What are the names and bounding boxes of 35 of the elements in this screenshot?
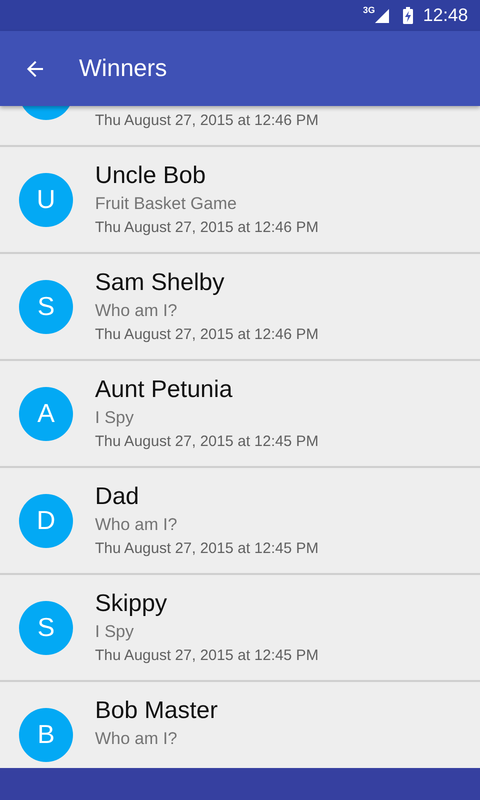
win-date: Thu August 27, 2015 at 12:45 PM (95, 646, 318, 666)
avatar-initial: S (37, 612, 55, 643)
win-date: Thu August 27, 2015 at 12:45 PM (95, 432, 318, 452)
game-name: Who am I? (95, 300, 178, 322)
winner-list-item[interactable]: D Dad Who am I? Thu August 27, 2015 at 12:45 PM (0, 468, 480, 575)
winner-name: Uncle Bob (95, 160, 207, 190)
screen-title: Winners (79, 54, 168, 82)
avatar-initial: B (37, 719, 55, 750)
winner-list-item[interactable]: Thu August 27, 2015 at 12:46 PM (0, 106, 480, 147)
win-date: Thu August 27, 2015 at 12:46 PM (95, 218, 318, 238)
avatar-initial: A (37, 398, 55, 429)
win-date: Thu August 27, 2015 at 12:46 PM (95, 324, 318, 344)
battery-charging-icon (402, 7, 413, 24)
winner-name: Dad (95, 482, 140, 512)
clock-time: 12:48 (422, 5, 468, 26)
winner-list-item[interactable]: A Aunt Petunia I Spy Thu August 27, 2015 at 12:45 PM (0, 361, 480, 468)
game-name: Fruit Basket Game (95, 192, 238, 214)
avatar-initial: U (36, 184, 56, 215)
game-name: Who am I? (95, 514, 178, 536)
win-date: Thu August 27, 2015 at 12:46 PM (95, 110, 318, 130)
network-type: 3G (362, 5, 375, 15)
winner-name: Aunt Petunia (95, 374, 234, 404)
game-name: I Spy (95, 406, 135, 428)
winner-list-item[interactable]: U Uncle Bob Fruit Basket Game Thu August 27, 2015 at 12:46 PM (0, 147, 480, 254)
winner-list-item[interactable]: S Sam Shelby Who am I? Thu August 27, 2015 at 12:46 PM (0, 254, 480, 361)
winner-list-item[interactable]: S Skippy I Spy Thu August 27, 2015 at 12:45 PM (0, 575, 480, 682)
winner-name: Sam Shelby (95, 268, 226, 298)
game-name: Who am I? (95, 728, 178, 750)
avatar-initial: D (36, 505, 56, 536)
signal-icon (374, 8, 389, 22)
winner-name: Skippy (95, 588, 168, 618)
avatar-initial: S (37, 291, 55, 322)
win-date: Thu August 27, 2015 at 12:45 PM (95, 538, 318, 558)
game-name: I Spy (95, 620, 135, 642)
winner-name: Bob Master (95, 696, 218, 726)
